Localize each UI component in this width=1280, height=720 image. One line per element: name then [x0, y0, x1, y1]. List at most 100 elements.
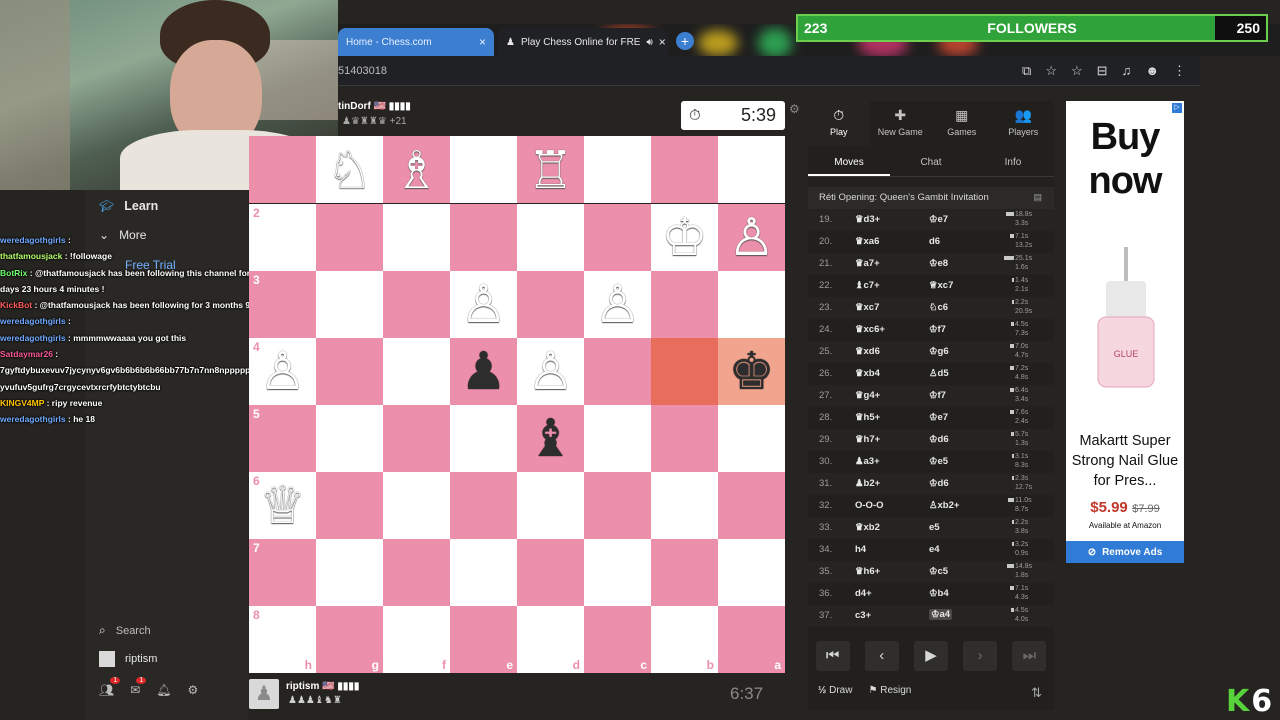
black-move[interactable]: d6: [929, 236, 940, 247]
board-settings-gear-icon[interactable]: ⚙: [789, 102, 800, 116]
new-tab-button[interactable]: +: [676, 32, 694, 50]
black-move[interactable]: ♔e5: [929, 456, 948, 467]
chat-username[interactable]: weredagothgirls: [0, 316, 66, 326]
board-square[interactable]: [517, 204, 584, 271]
profile-icon[interactable]: ☻: [1145, 63, 1159, 79]
black-move[interactable]: e5: [929, 522, 940, 533]
white-move[interactable]: ♛h6+: [855, 566, 880, 577]
last-move-button[interactable]: ⏭: [1012, 641, 1047, 671]
chat-username[interactable]: KickBot: [0, 300, 32, 310]
chess-board[interactable]: 2 3 4 5 6 7 8 h g f e d c b a ♘ ♗ ♖ ♔ ♙ ♙ ♙ ♙ ♟ ♙ ♚ ♝ ♕: [249, 136, 785, 673]
install-icon[interactable]: ⧉: [1022, 63, 1031, 79]
board-square[interactable]: 3: [249, 271, 316, 338]
board-square[interactable]: [584, 472, 651, 539]
board-square[interactable]: [450, 472, 517, 539]
media-control-icon[interactable]: ♫: [1122, 63, 1132, 79]
board-square[interactable]: [383, 271, 450, 338]
chat-username[interactable]: thatfamousjack: [0, 251, 62, 261]
black-move[interactable]: ♔e8: [929, 258, 948, 269]
black-move[interactable]: ♔f7: [929, 390, 946, 401]
board-square[interactable]: [316, 338, 383, 405]
board-square[interactable]: [584, 539, 651, 606]
avatar[interactable]: ♟: [249, 679, 279, 709]
board-square[interactable]: b: [651, 606, 718, 673]
notifications-bell-icon[interactable]: 🔔︎: [156, 683, 171, 697]
board-square[interactable]: [718, 271, 785, 338]
white-move[interactable]: ♛h7+: [855, 434, 880, 445]
board-square[interactable]: g: [316, 606, 383, 673]
board-square[interactable]: e: [450, 606, 517, 673]
black-move[interactable]: ♔d6: [929, 434, 949, 445]
chat-username[interactable]: Satdaymar26: [0, 349, 53, 359]
white-move[interactable]: ♛xc7: [855, 302, 879, 313]
tab-moves[interactable]: Moves: [808, 151, 890, 176]
board-square[interactable]: [584, 405, 651, 472]
board-square[interactable]: [584, 136, 651, 203]
board-square[interactable]: f: [383, 606, 450, 673]
board-square[interactable]: [651, 405, 718, 472]
white-move[interactable]: ♛d3+: [855, 214, 880, 225]
board-square[interactable]: [383, 338, 450, 405]
board-square[interactable]: [316, 472, 383, 539]
board-square[interactable]: d: [517, 606, 584, 673]
board-square[interactable]: [383, 539, 450, 606]
previous-move-button[interactable]: ‹: [864, 641, 899, 671]
sidebar-search[interactable]: ⌕ Search: [99, 623, 151, 638]
board-square[interactable]: [316, 271, 383, 338]
board-square[interactable]: [718, 472, 785, 539]
settings-gear-icon[interactable]: ⚙: [188, 683, 199, 697]
white-move[interactable]: ♛a7+: [855, 258, 880, 269]
sidebar-item-learn[interactable]: 🎓︎ Learn: [99, 199, 158, 213]
white-move[interactable]: ♛xd6: [855, 346, 880, 357]
play-button[interactable]: ▶: [913, 641, 948, 671]
white-pawn[interactable]: ♙: [450, 271, 517, 338]
nav-players[interactable]: 👥 Players: [993, 101, 1055, 145]
board-square[interactable]: 7: [249, 539, 316, 606]
black-move[interactable]: ♔b4: [929, 588, 949, 599]
white-king[interactable]: ♔: [651, 204, 718, 271]
first-move-button[interactable]: ⏮: [815, 641, 850, 671]
remove-ads-button[interactable]: ⊘ Remove Ads: [1066, 541, 1184, 563]
white-move[interactable]: ♛xb2: [855, 522, 880, 533]
ad-product-title[interactable]: Makartt Super Strong Nail Glue for Pres.…: [1066, 431, 1184, 491]
white-pawn[interactable]: ♙: [249, 338, 316, 405]
draw-button[interactable]: ½ Draw: [818, 685, 852, 696]
audio-icon[interactable]: 🔊︎: [646, 37, 652, 48]
board-square[interactable]: [249, 136, 316, 203]
flip-board-icon[interactable]: ⇅: [1031, 685, 1042, 701]
white-move[interactable]: ♟a3+: [855, 456, 880, 467]
white-move[interactable]: ♛xb4: [855, 368, 880, 379]
ad-choices-icon[interactable]: ▷: [1172, 103, 1182, 113]
board-square[interactable]: [651, 271, 718, 338]
board-square[interactable]: [383, 472, 450, 539]
board-square[interactable]: [584, 338, 651, 405]
board-square[interactable]: [517, 539, 584, 606]
white-bishop[interactable]: ♗: [383, 137, 450, 204]
black-move[interactable]: ♘c6: [929, 302, 948, 313]
white-pawn[interactable]: ♙: [584, 271, 651, 338]
chat-username[interactable]: BotRix: [0, 268, 27, 278]
tab-chat[interactable]: Chat: [890, 151, 972, 176]
black-move[interactable]: ♙d5: [929, 368, 949, 379]
black-pawn[interactable]: ♟: [450, 338, 517, 405]
white-move[interactable]: ♛xc6+: [855, 324, 885, 335]
address-bar[interactable]: 51403018 ⧉ ☆ ☆ ⊟ ♫ ☻ ⋮: [338, 56, 1200, 86]
menu-kebab-icon[interactable]: ⋮: [1173, 63, 1186, 79]
black-move[interactable]: ♔e7: [929, 214, 948, 225]
white-move[interactable]: ♛h5+: [855, 412, 880, 423]
white-move[interactable]: ♛xa6: [855, 236, 879, 247]
black-move[interactable]: ♔g6: [929, 346, 949, 357]
messages-icon[interactable]: ✉ 1: [130, 677, 147, 697]
white-move[interactable]: ♛g4+: [855, 390, 880, 401]
board-square[interactable]: [718, 405, 785, 472]
black-bishop[interactable]: ♝: [517, 405, 584, 472]
black-king[interactable]: ♚: [718, 338, 785, 405]
friends-icon[interactable]: 👥︎ 1: [99, 677, 121, 697]
white-pawn[interactable]: ♙: [718, 204, 785, 271]
board-square[interactable]: [517, 271, 584, 338]
black-move[interactable]: ♕xc7: [929, 280, 953, 291]
black-move[interactable]: ♔f7: [929, 324, 946, 335]
board-square[interactable]: [383, 405, 450, 472]
sidebar-profile[interactable]: riptism: [99, 651, 157, 667]
black-move[interactable]: ♙xb2+: [929, 500, 959, 511]
